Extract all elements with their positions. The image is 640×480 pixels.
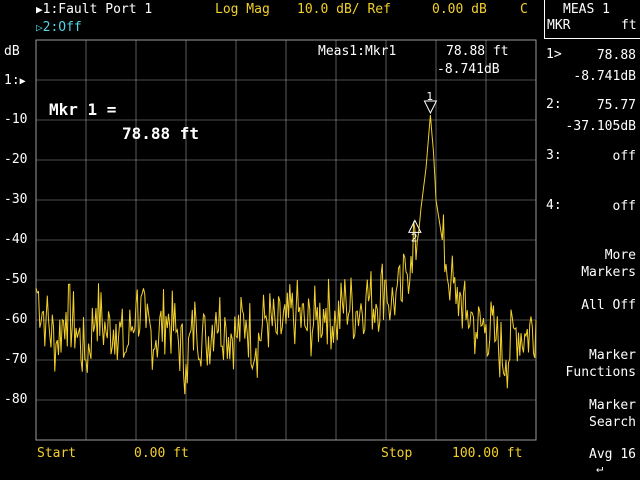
marker4-softkey-label[interactable]: 4: [546,198,562,213]
softkey-title-box: MEAS 1 MKR ft [544,0,640,39]
stop-value: 100.00 ft [452,446,523,461]
trace-header: ▶1:Fault Port 1 Log Mag 10.0 dB/ Ref 0.0… [0,0,540,38]
softkey-title-unit: ft [621,18,637,33]
marker-big-label: Mkr 1 = [49,100,117,119]
softkey-title: MEAS 1 [563,2,610,17]
trace1-indicator[interactable]: ▶1:Fault Port 1 [36,2,152,17]
cal-flag: C [520,2,528,17]
y-tick-label: -60 [4,312,28,327]
y-tick-label: -40 [4,232,28,247]
softkey-title-sub: MKR [547,18,571,33]
marker1-softkey-x[interactable]: 78.88 [597,47,636,64]
y-tick-label: -80 [4,392,28,407]
marker2-softkey-x[interactable]: 75.77 [597,97,636,114]
ref-value[interactable]: 0.00 dB [432,2,487,17]
meas-label: Meas1:Mkr1 [318,44,397,59]
marker-1-number: 1 [426,90,433,103]
marker4-softkey-value[interactable]: off [613,198,636,215]
scale-label[interactable]: 10.0 dB/ Ref [297,2,391,17]
marker1-softkey-y[interactable]: -8.741dB [573,68,636,85]
softkey-panel: MEAS 1 MKR ft 1> 78.88 -8.741dB 2: 75.77… [540,0,640,480]
y-unit-label: dB [4,44,20,59]
marker3-softkey-label[interactable]: 3: [546,148,562,163]
y-tick-label: -10 [4,112,28,127]
y-tick-label: -20 [4,152,28,167]
marker-big-value: 78.88 ft [122,124,200,143]
ref-level-label: 1:▶ [4,73,26,88]
marker-search-button[interactable]: Marker Search [589,397,636,431]
meas-x-value: 78.88 ft [446,44,509,59]
marker-2-number: 2 [411,231,418,244]
return-arrow-icon[interactable]: ↵ [596,461,603,475]
trace2-indicator[interactable]: ▷2:Off [36,20,82,35]
start-value: 0.00 ft [134,446,189,461]
y-tick-label: -30 [4,192,28,207]
start-label: Start [37,446,77,461]
marker2-softkey-y[interactable]: -37.105dB [566,118,636,135]
all-off-button[interactable]: All Off [581,297,636,314]
marker3-softkey-value[interactable]: off [613,148,636,165]
format-label[interactable]: Log Mag [215,2,270,17]
y-tick-label: -50 [4,272,28,287]
more-markers-button[interactable]: More Markers [581,247,636,281]
meas-y-value: -8.741dB [437,62,500,77]
marker1-softkey-label[interactable]: 1> [546,47,562,62]
marker-functions-button[interactable]: Marker Functions [566,347,636,381]
plot-area: 1 2 dB 1:▶ -10 -20 -30 -40 -50 -60 -70 -80 Meas1… [0,0,540,480]
stop-label: Stop [381,446,413,461]
marker2-softkey-label[interactable]: 2: [546,97,562,112]
y-tick-label: -70 [4,352,28,367]
